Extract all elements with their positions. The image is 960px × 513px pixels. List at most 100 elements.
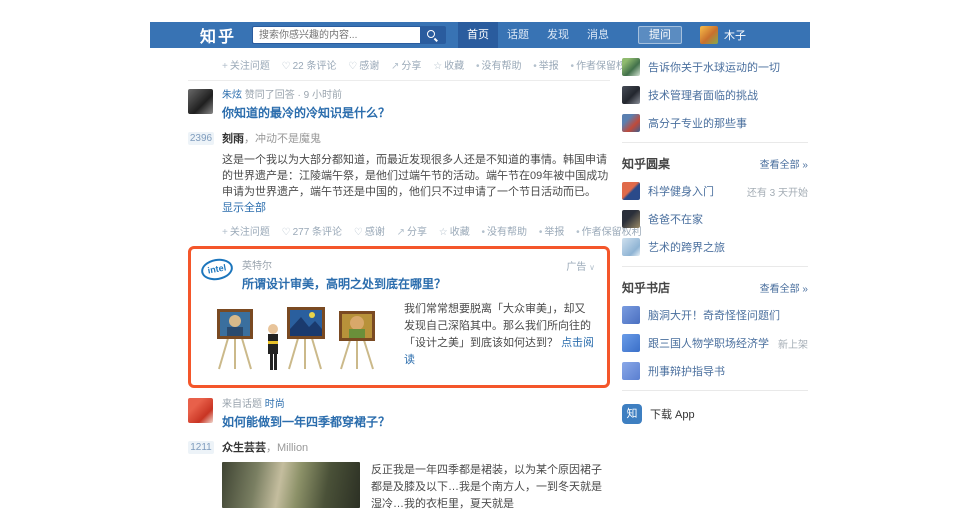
recommended-reading-section: 告诉你关于水球运动的一切 技术管理者面临的挑战 高分子专业的那些事 [622,58,808,132]
item-thumbnail [622,86,640,104]
nav-item-messages[interactable]: 消息 [578,22,618,48]
book-cover-thumbnail [622,334,640,352]
feed-divider [188,80,610,81]
user-avatar[interactable] [700,26,718,44]
feed-item-cold-knowledge: 朱炫 赞同了回答 · 9 小时前 你知道的最冷的冷知识是什么？ 2396 刻雨，… [188,89,610,238]
ad-brand-name[interactable]: 英特尔 [242,257,446,272]
feed-item-actionbar: +关注问题 ♡22 条评论 ♡感谢 ↗分享 ☆收藏 •没有帮助 •举报 •作者保… [222,57,610,72]
ask-question-button[interactable]: 提问 [638,26,682,44]
nav-item-explore[interactable]: 发现 [538,22,578,48]
list-item[interactable]: 刑事辩护指导书 [622,362,808,380]
bookstore-item-note: 新上架 [778,336,808,351]
star-icon: ☆ [433,61,442,72]
dot-separator: • [539,227,543,238]
zhihu-logo[interactable]: 知乎 [200,23,236,47]
follow-question-action[interactable]: +关注问题 [222,61,270,72]
show-all-link[interactable]: 显示全部 [222,202,266,214]
feed-item-actionbar: +关注问题 ♡277 条评论 ♡感谢 ↗分享 ☆收藏 •没有帮助 •举报 •作者… [222,223,610,238]
not-helpful-action[interactable]: •没有帮助 [476,61,522,72]
question-title-link[interactable]: 如何能做到一年四季都穿裙子？ [222,413,390,430]
bookstore-item-link[interactable]: 脑洞大开！奇奇怪怪问题们 [648,307,780,323]
share-action[interactable]: ↗分享 [391,61,421,72]
topic-link[interactable]: 时尚 [265,399,285,410]
roundtable-item-link[interactable]: 科学健身入门 [648,183,714,199]
upvote-count-badge[interactable]: 1211 [188,441,214,454]
search-button[interactable] [420,26,446,44]
search-icon [427,30,435,38]
sponsored-ad-block: intel 英特尔 所谓设计审美，高明之处到底在哪里？ 广告 ∨ [188,246,610,388]
roundtable-item-link[interactable]: 爸爸不在家 [648,211,703,227]
chevron-down-icon: ∨ [589,263,595,272]
main-nav: 首页 话题 发现 消息 [458,22,618,48]
download-app-row[interactable]: 知 下载 App [622,404,808,424]
comments-action[interactable]: ♡22 条评论 [282,61,337,72]
roundtable-item-link[interactable]: 艺术的跨界之旅 [648,239,725,255]
roundtable-heading: 知乎圆桌 [622,155,670,172]
dot-separator: • [476,61,480,72]
intel-logo-icon[interactable]: intel [199,256,234,282]
sidebar-divider [622,142,808,143]
reading-item-link[interactable]: 技术管理者面临的挑战 [648,87,758,103]
collect-action[interactable]: ☆收藏 [439,227,470,238]
bookstore-item-link[interactable]: 跟三国人物学职场经济学 [648,335,769,351]
feed-user-link[interactable]: 朱炫 [222,90,242,101]
topic-avatar-fashion[interactable] [188,398,213,423]
reading-item-link[interactable]: 高分子专业的那些事 [648,115,747,131]
ad-title-link[interactable]: 所谓设计审美，高明之处到底在哪里？ [242,275,446,292]
top-navigation-bar: 知乎 首页 话题 发现 消息 提问 木子 [150,22,810,48]
upvote-count-badge[interactable]: 2396 [188,132,214,145]
list-item[interactable]: 脑洞大开！奇奇怪怪问题们 [622,306,808,324]
roundtable-view-all-link[interactable]: 查看全部 » [760,156,808,171]
reading-item-link[interactable]: 告诉你关于水球运动的一切 [648,59,780,75]
list-item[interactable]: 跟三国人物学职场经济学 新上架 [622,334,808,352]
dot-separator: • [576,227,580,238]
question-title-link[interactable]: 你知道的最冷的冷知识是什么？ [222,104,390,121]
roundtable-section: 知乎圆桌 查看全部 » 科学健身入门 还有 3 天开始 爸爸不在家 艺术的跨界之… [622,155,808,256]
report-action[interactable]: •举报 [539,227,565,238]
feed-item-skirts: 来自话题 时尚 如何能做到一年四季都穿裙子？ 1211 众生芸芸，Million… [188,398,610,513]
collect-action[interactable]: ☆收藏 [433,61,464,72]
nav-item-topics[interactable]: 话题 [498,22,538,48]
feed-column: +关注问题 ♡22 条评论 ♡感谢 ↗分享 ☆收藏 •没有帮助 •举报 •作者保… [188,48,610,513]
heart-icon: ♡ [348,61,357,72]
follow-question-action[interactable]: +关注问题 [222,227,270,238]
ad-body-text: 我们常常想要脱离「大众审美」，却又发现自己深陷其中。那么我们所向往的「设计之美」… [404,301,595,373]
list-item[interactable]: 爸爸不在家 [622,210,808,228]
dot-separator: • [571,61,575,72]
not-helpful-action[interactable]: •没有帮助 [482,227,528,238]
sidebar-divider [622,266,808,267]
right-sidebar: 告诉你关于水球运动的一切 技术管理者面临的挑战 高分子专业的那些事 知乎圆桌 查… [622,48,808,513]
answer-thumbnail-image[interactable] [222,462,360,508]
nav-item-home[interactable]: 首页 [458,22,498,48]
item-thumbnail [622,210,640,228]
download-app-link[interactable]: 下载 App [650,406,695,422]
thank-action[interactable]: ♡感谢 [348,61,379,72]
sidebar-divider [622,390,808,391]
comment-icon: ♡ [282,227,291,238]
list-item[interactable]: 科学健身入门 还有 3 天开始 [622,182,808,200]
answer-author-link[interactable]: 刻雨 [222,133,244,145]
username[interactable]: 木子 [724,27,746,43]
answer-excerpt: 这是一个我以为大部分都知道，而最近发现很多人还是不知道的事情。韩国申请的世界遗产… [222,152,610,216]
list-item[interactable]: 高分子专业的那些事 [622,114,808,132]
bookstore-heading: 知乎书店 [622,279,670,296]
bookstore-item-link[interactable]: 刑事辩护指导书 [648,363,725,379]
list-item[interactable]: 技术管理者面临的挑战 [622,86,808,104]
feed-user-avatar[interactable] [188,89,213,114]
list-item[interactable]: 告诉你关于水球运动的一切 [622,58,808,76]
list-item[interactable]: 艺术的跨界之旅 [622,238,808,256]
report-action[interactable]: •举报 [533,61,559,72]
share-icon: ↗ [391,61,399,72]
comments-action[interactable]: ♡277 条评论 [282,227,342,238]
bookstore-view-all-link[interactable]: 查看全部 » [760,280,808,295]
thank-action[interactable]: ♡感谢 [354,227,385,238]
plus-icon: + [222,227,228,238]
zhihu-page: 知乎 首页 话题 发现 消息 提问 木子 +关注问题 ♡22 条评论 ♡感谢 ↗… [150,22,810,513]
search-input[interactable] [252,26,420,44]
author-tagline: ，冲动不是魔鬼 [244,133,321,145]
ad-flag-dropdown[interactable]: 广告 ∨ [566,258,595,273]
plus-icon: + [222,61,228,72]
feed-meta: 来自话题 时尚 [222,398,390,411]
share-action[interactable]: ↗分享 [397,227,427,238]
ad-illustration-easels[interactable] [211,301,389,373]
